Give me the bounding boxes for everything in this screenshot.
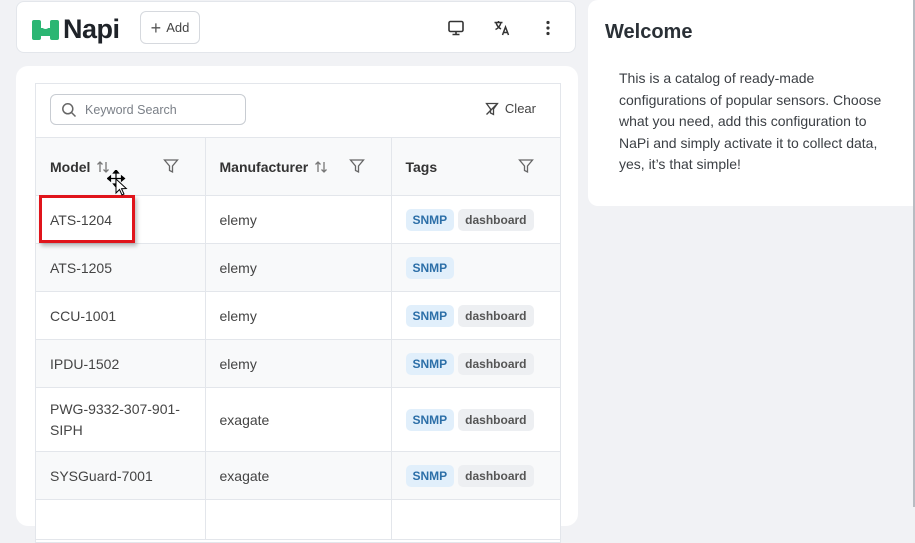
column-header-manufacturer[interactable]: Manufacturer xyxy=(205,138,392,196)
manufacturer-cell: elemy xyxy=(205,195,392,244)
brand-name: Napi xyxy=(63,14,120,44)
model-cell[interactable]: IPDU-1502 xyxy=(36,339,206,388)
tag-badge: dashboard xyxy=(458,408,534,431)
table-row[interactable]: PWG-9332-307-901-SIPH exagate SNMP dashbo… xyxy=(36,387,560,452)
napi-logo-icon xyxy=(32,19,59,40)
table-row[interactable] xyxy=(36,499,560,540)
search-icon xyxy=(62,102,77,117)
model-cell[interactable] xyxy=(36,499,206,540)
tag-badge: dashboard xyxy=(458,304,534,327)
filter-icon[interactable] xyxy=(162,158,179,177)
tag-badge: SNMP xyxy=(405,352,455,375)
plus-icon: + xyxy=(150,17,162,38)
tags-cell: SNMP dashboard xyxy=(391,195,560,244)
highlight-box xyxy=(39,195,135,243)
model-cell[interactable]: PWG-9332-307-901-SIPH xyxy=(36,387,206,452)
tags-cell: SNMP dashboard xyxy=(391,291,560,340)
add-button-label: Add xyxy=(166,20,190,35)
tag-badge: SNMP xyxy=(405,408,455,431)
tag-badge: SNMP xyxy=(405,208,455,231)
move-cursor-icon xyxy=(106,169,129,201)
monitor-icon[interactable] xyxy=(446,18,466,38)
column-label: Manufacturer xyxy=(219,158,309,175)
model-cell[interactable]: CCU-1001 xyxy=(36,291,206,340)
translate-icon[interactable] xyxy=(492,18,512,38)
napi-logo[interactable]: Napi xyxy=(31,14,120,45)
table-row[interactable]: IPDU-1502 elemy SNMP dashboard xyxy=(36,339,560,388)
tag-badge: dashboard xyxy=(458,464,534,487)
table-toolbar: Keyword Search Clear xyxy=(36,84,560,138)
table-row[interactable]: CCU-1001 elemy SNMP dashboard xyxy=(36,291,560,340)
tags-cell: SNMP dashboard xyxy=(391,339,560,388)
column-label: Model xyxy=(50,158,91,175)
tag-badge: SNMP xyxy=(405,256,455,279)
column-label: Tags xyxy=(405,158,438,175)
manufacturer-cell: exagate xyxy=(205,451,392,500)
manufacturer-cell: elemy xyxy=(205,291,392,340)
catalog-table-container: Keyword Search Clear Model Manufacturer … xyxy=(35,83,561,543)
filter-icon[interactable] xyxy=(518,158,534,177)
model-cell[interactable]: ATS-1205 xyxy=(36,243,206,292)
catalog-card: Keyword Search Clear Model Manufacturer … xyxy=(16,66,578,543)
welcome-title: Welcome xyxy=(605,21,693,43)
tags-cell xyxy=(391,499,560,540)
tag-badge: dashboard xyxy=(458,208,534,231)
add-button[interactable]: + Add xyxy=(140,11,200,44)
tag-badge: dashboard xyxy=(458,352,534,375)
search-input[interactable]: Keyword Search xyxy=(50,94,246,125)
model-cell[interactable]: SYSGuard-7001 xyxy=(36,451,206,500)
search-placeholder: Keyword Search xyxy=(85,102,177,117)
filter-clear-icon xyxy=(485,102,499,116)
tags-cell: SNMP dashboard xyxy=(391,451,560,500)
top-bar: Napi + Add xyxy=(16,1,576,53)
clear-label: Clear xyxy=(504,101,536,116)
manufacturer-cell: exagate xyxy=(205,387,392,452)
table-row[interactable]: ATS-1205 elemy SNMP xyxy=(36,243,560,292)
more-vertical-icon[interactable] xyxy=(538,18,558,38)
tag-badge: SNMP xyxy=(405,304,455,327)
manufacturer-cell xyxy=(205,499,392,540)
clear-filters-button[interactable]: Clear xyxy=(485,101,536,116)
tag-badge: SNMP xyxy=(405,464,455,487)
filter-icon[interactable] xyxy=(348,158,365,177)
manufacturer-cell: elemy xyxy=(205,339,392,388)
tags-cell: SNMP dashboard xyxy=(391,387,560,452)
welcome-panel: Welcome This is a catalog of ready-made … xyxy=(588,0,915,206)
column-header-tags[interactable]: Tags xyxy=(391,138,560,196)
tags-cell: SNMP xyxy=(391,243,560,292)
manufacturer-cell: elemy xyxy=(205,243,392,292)
table-row[interactable]: SYSGuard-7001 exagate SNMP dashboard xyxy=(36,451,560,500)
sort-icon[interactable] xyxy=(314,160,328,174)
welcome-text: This is a catalog of ready-made configur… xyxy=(619,70,882,172)
